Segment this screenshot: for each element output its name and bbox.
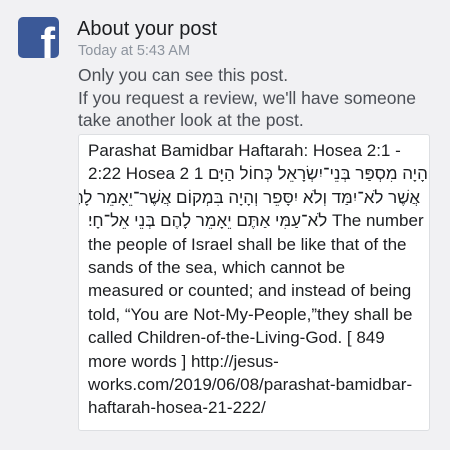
post-text-line: measured or counted; and instead of bein…	[88, 281, 412, 301]
facebook-f-glyph: f	[40, 19, 55, 59]
post-text-line: called Children-of-the-Living-God. [ 849	[88, 328, 385, 348]
post-text-line: לֹא־עַמִּי אַתֶּם יֵאָמֵר לָהֶם בְּנֵי א…	[88, 211, 429, 231]
notification-timestamp: Today at 5:43 AM	[78, 43, 191, 59]
post-text-line: told, “You are Not-My-People,”they shall…	[88, 304, 413, 324]
post-text-line: the people of Israel shall be like that …	[88, 234, 407, 254]
notification-message: Only you can see this post. If you reque…	[78, 64, 438, 132]
post-text-line: אֲשֶׁר לֹא־יִמַּד וְלֹא יִסָּפֵר וְהָיָה…	[78, 187, 420, 207]
post-text-line: 2:22 Hosea 2 1 וְהָיָה מִסְפַּר בְּנֵי־י…	[88, 164, 430, 184]
post-text-line: Parashat Bamidbar Haftarah: Hosea 2:1 -	[88, 141, 401, 160]
message-line: Only you can see this post.	[78, 65, 289, 85]
message-line: take another look at the post.	[78, 110, 304, 130]
notification-title: About your post	[77, 18, 218, 40]
post-text-line: sands of the sea, which cannot be	[88, 258, 346, 278]
post-text-line: more words ] http://jesus-	[88, 351, 279, 371]
post-link-line: works.com/2019/06/08/parashat-bamidbar-	[88, 375, 413, 395]
message-line: If you request a review, we'll have some…	[78, 87, 416, 108]
post-review-notification: f About your post Today at 5:43 AM Only …	[0, 0, 450, 450]
facebook-logo-icon: f	[18, 17, 59, 58]
post-link-line: haftarah-hosea-21-222/	[88, 398, 266, 418]
post-preview-card[interactable]: Parashat Bamidbar Haftarah: Hosea 2:1 - …	[78, 134, 430, 431]
